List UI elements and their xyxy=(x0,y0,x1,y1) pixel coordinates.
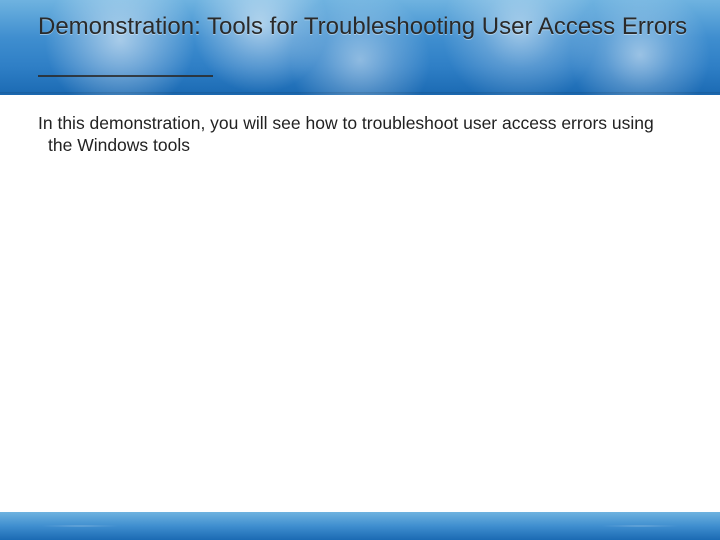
slide-body-text: In this demonstration, you will see how … xyxy=(38,112,680,156)
title-underline xyxy=(38,75,213,77)
slide-title: Demonstration: Tools for Troubleshooting… xyxy=(38,12,690,42)
slide: Demonstration: Tools for Troubleshooting… xyxy=(0,0,720,540)
footer-band xyxy=(0,512,720,540)
